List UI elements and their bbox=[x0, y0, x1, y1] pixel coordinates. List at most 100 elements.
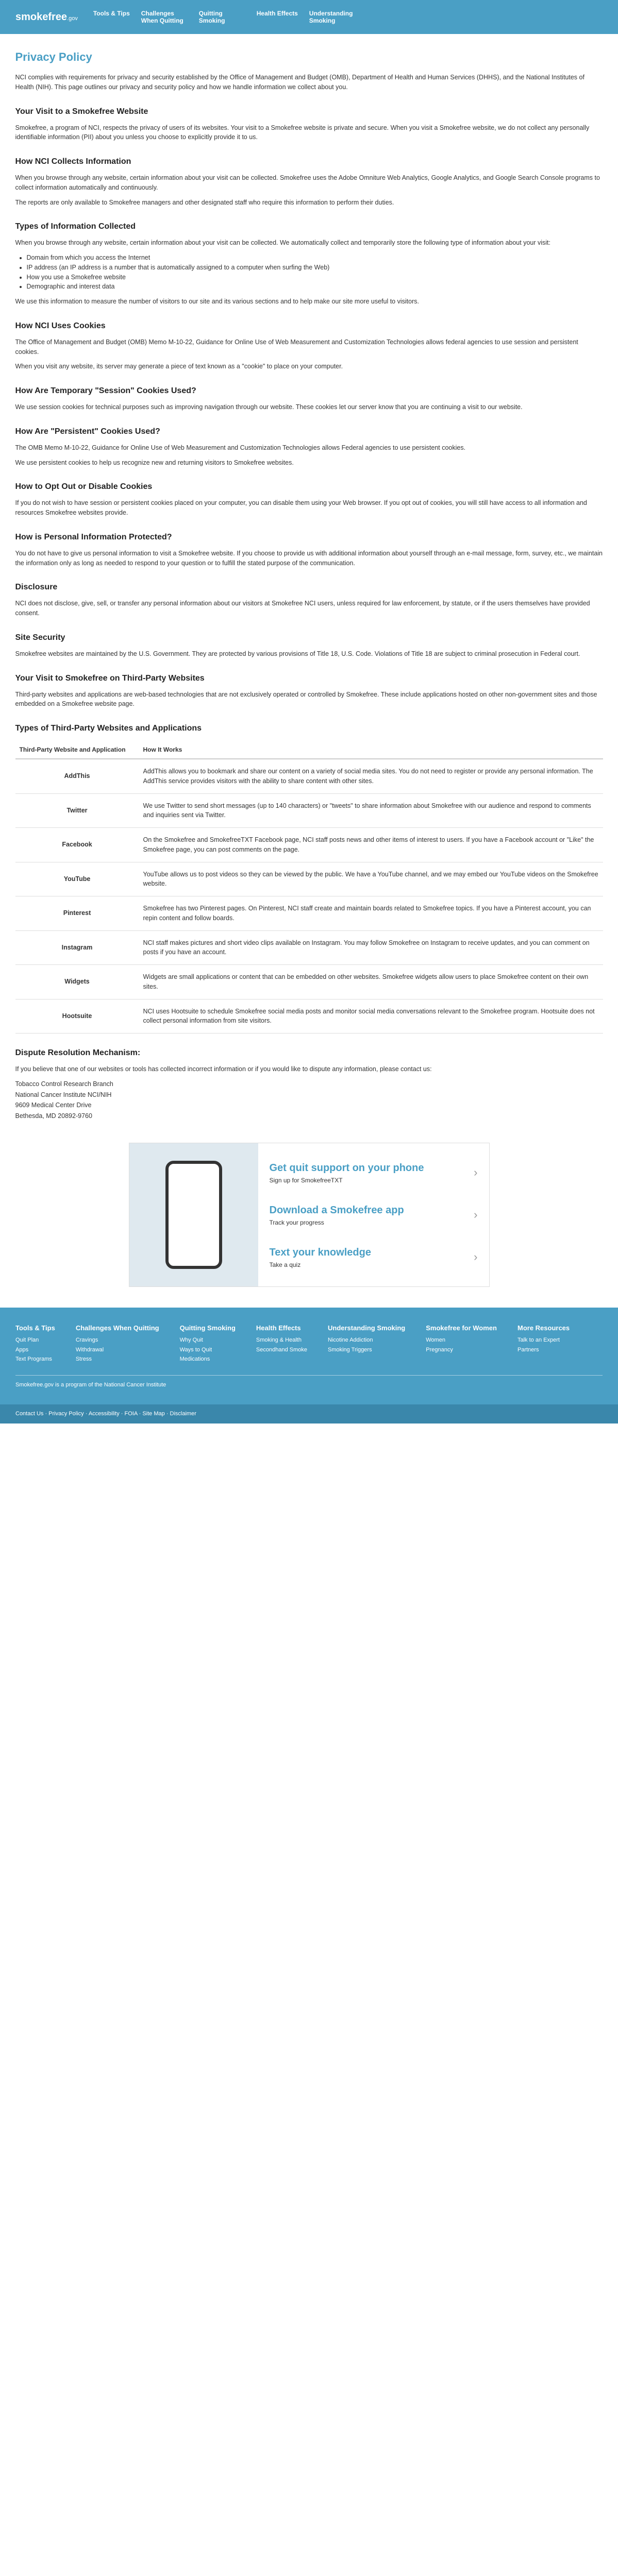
footer-link[interactable]: Talk to an Expert bbox=[517, 1336, 570, 1345]
footer-link[interactable]: Smoking Triggers bbox=[328, 1346, 405, 1354]
address-line: Bethesda, MD 20892-9760 bbox=[15, 1112, 92, 1120]
footer-link[interactable]: Pregnancy bbox=[426, 1346, 497, 1354]
footer-column-title[interactable]: Health Effects bbox=[256, 1323, 307, 1333]
nav-item[interactable]: Understanding Smoking bbox=[309, 10, 356, 25]
app-description: NCI staff makes pictures and short video… bbox=[139, 930, 603, 965]
footer-link[interactable]: Ways to Quit bbox=[180, 1346, 236, 1354]
app-name: Hootsuite bbox=[15, 999, 139, 1033]
footer-link[interactable]: Why Quit bbox=[180, 1336, 236, 1345]
table-row: Pinterest Smokefree has two Pinterest pag… bbox=[15, 896, 603, 931]
footer-column: Understanding Smoking Nicotine Addiction S… bbox=[328, 1323, 405, 1365]
section-text: Smokefree, a program of NCI, respects th… bbox=[15, 124, 590, 141]
section-text: NCI does not disclose, give, sell, or tr… bbox=[15, 600, 590, 617]
section-heading: How is Personal Information Protected? bbox=[15, 532, 172, 541]
section-heading: Your Visit to a Smokefree Website bbox=[15, 107, 148, 116]
promo-subtitle: Track your progress bbox=[269, 1218, 324, 1226]
footer-column: More Resources Talk to an Expert Partners bbox=[517, 1323, 570, 1365]
policy-sections: Your Visit to a Smokefree Website Smokefr… bbox=[15, 106, 603, 709]
site-logo[interactable]: smokefree.gov bbox=[15, 9, 78, 25]
chevron-right-icon: › bbox=[474, 1166, 478, 1179]
chevron-right-icon: › bbox=[474, 1250, 478, 1264]
footer-tagline: Smokefree.gov is a program of the Nation… bbox=[15, 1375, 603, 1389]
section-heading: Site Security bbox=[15, 633, 65, 642]
footer: Tools & Tips Quit Plan Apps Text Programs Ch… bbox=[0, 1307, 618, 1405]
footer-column-title[interactable]: Challenges When Quitting bbox=[76, 1323, 159, 1333]
footer-link[interactable]: Withdrawal bbox=[76, 1346, 159, 1354]
footer-link[interactable]: Apps bbox=[15, 1346, 55, 1354]
promo-subtitle: Sign up for SmokefreeTXT bbox=[269, 1176, 343, 1184]
promo-block: Get quit support on your phone Sign up fo… bbox=[15, 1142, 603, 1287]
section-heading: Types of Information Collected bbox=[15, 222, 136, 231]
nav-item[interactable]: Quitting Smoking bbox=[199, 10, 245, 25]
app-description: NCI uses Hootsuite to schedule Smokefree… bbox=[139, 999, 603, 1033]
list-item: IP address (an IP address is a number th… bbox=[27, 263, 603, 273]
section-heading: How to Opt Out or Disable Cookies bbox=[15, 482, 153, 492]
table-row: AddThis AddThis allows you to bookmark an… bbox=[15, 759, 603, 794]
app-name: Widgets bbox=[15, 964, 139, 999]
section-text: The reports are only available to Smokef… bbox=[15, 198, 394, 206]
promo-item[interactable]: Text your knowledge Take a quiz › bbox=[270, 1245, 478, 1269]
section-text: The OMB Memo M-10-22, Guidance for Onlin… bbox=[15, 444, 466, 451]
footer-column-title[interactable]: Smokefree for Women bbox=[426, 1323, 497, 1333]
section-text: When you browse through any website, cer… bbox=[15, 239, 551, 247]
section-text: Third-party websites and applications ar… bbox=[15, 690, 597, 708]
footer-link[interactable]: Smoking & Health bbox=[256, 1336, 307, 1345]
app-name: AddThis bbox=[15, 759, 139, 794]
chevron-right-icon: › bbox=[474, 1208, 478, 1222]
section-text: We use this information to measure the n… bbox=[15, 298, 419, 305]
app-description: AddThis allows you to bookmark and share… bbox=[139, 759, 603, 794]
nav-item[interactable]: Challenges When Quitting bbox=[141, 10, 188, 25]
section-text: We use session cookies for technical pur… bbox=[15, 403, 523, 411]
main-nav: Tools & Tips Challenges When Quitting Qu… bbox=[93, 10, 356, 25]
footer-link[interactable]: Partners bbox=[517, 1346, 570, 1354]
footer-link[interactable]: Women bbox=[426, 1336, 497, 1345]
third-party-table: Third-Party Website and Application How … bbox=[15, 741, 603, 1033]
address-line: Tobacco Control Research Branch bbox=[15, 1080, 113, 1088]
footer-column-title[interactable]: Understanding Smoking bbox=[328, 1323, 405, 1333]
section-text: When you visit any website, its server m… bbox=[15, 363, 343, 370]
promo-item[interactable]: Get quit support on your phone Sign up fo… bbox=[270, 1160, 478, 1185]
footer-link[interactable]: Nicotine Addiction bbox=[328, 1336, 405, 1345]
section-heading: How Are Temporary "Session" Cookies Used… bbox=[15, 386, 196, 395]
promo-subtitle: Take a quiz bbox=[269, 1261, 301, 1268]
footer-link[interactable]: Secondhand Smoke bbox=[256, 1346, 307, 1354]
nav-item[interactable]: Tools & Tips bbox=[93, 10, 130, 25]
section-text: We use persistent cookies to help us rec… bbox=[15, 459, 294, 466]
footer-link[interactable]: Cravings bbox=[76, 1336, 159, 1345]
phone-image bbox=[129, 1143, 258, 1286]
footer-column: Health Effects Smoking & Health Secondhand… bbox=[256, 1323, 307, 1365]
promo-item[interactable]: Download a Smokefree app Track your progr… bbox=[270, 1202, 478, 1227]
footer-link[interactable]: Stress bbox=[76, 1355, 159, 1364]
app-description: YouTube allows us to post videos so they… bbox=[139, 862, 603, 896]
list-item: How you use a Smokefree website bbox=[27, 273, 603, 282]
contact-address: Tobacco Control Research Branch National… bbox=[15, 1079, 603, 1121]
section-text: You do not have to give us personal info… bbox=[15, 549, 603, 567]
dispute-heading: Dispute Resolution Mechanism: bbox=[15, 1048, 141, 1057]
section-text: If you do not wish to have session or pe… bbox=[15, 499, 587, 516]
bullet-list: Domain from which you access the Interne… bbox=[27, 253, 603, 292]
nav-item[interactable]: Health Effects bbox=[257, 10, 298, 25]
list-item: Domain from which you access the Interne… bbox=[27, 253, 603, 263]
list-item: Demographic and interest data bbox=[27, 282, 603, 292]
page-title: Privacy Policy bbox=[15, 50, 92, 63]
footer-links[interactable]: Contact Us · Privacy Policy · Accessibil… bbox=[0, 1404, 618, 1423]
column-header: Third-Party Website and Application bbox=[15, 741, 139, 759]
section-text: Smokefree websites are maintained by the… bbox=[15, 650, 580, 657]
footer-link[interactable]: Quit Plan bbox=[15, 1336, 55, 1345]
app-name: Pinterest bbox=[15, 896, 139, 931]
footer-column-title[interactable]: More Resources bbox=[517, 1323, 570, 1333]
promo-title: Text your knowledge bbox=[269, 1246, 371, 1258]
table-row: Facebook On the Smokefree and SmokefreeTX… bbox=[15, 827, 603, 862]
footer-column-title[interactable]: Tools & Tips bbox=[15, 1323, 55, 1333]
footer-link[interactable]: Medications bbox=[180, 1355, 236, 1364]
address-line: 9609 Medical Center Drive bbox=[15, 1101, 92, 1109]
third-party-heading: Types of Third-Party Websites and Applic… bbox=[15, 724, 202, 733]
dispute-text: If you believe that one of our websites … bbox=[15, 1065, 432, 1073]
footer-link[interactable]: Text Programs bbox=[15, 1355, 55, 1364]
footer-column: Challenges When Quitting Cravings Withdraw… bbox=[76, 1323, 159, 1365]
app-description: On the Smokefree and SmokefreeTXT Facebo… bbox=[139, 827, 603, 862]
app-name: Twitter bbox=[15, 793, 139, 828]
app-description: Smokefree has two Pinterest pages. On Pi… bbox=[139, 896, 603, 931]
footer-column-title[interactable]: Quitting Smoking bbox=[180, 1323, 236, 1333]
address-line: National Cancer Institute NCI/NIH bbox=[15, 1091, 112, 1098]
